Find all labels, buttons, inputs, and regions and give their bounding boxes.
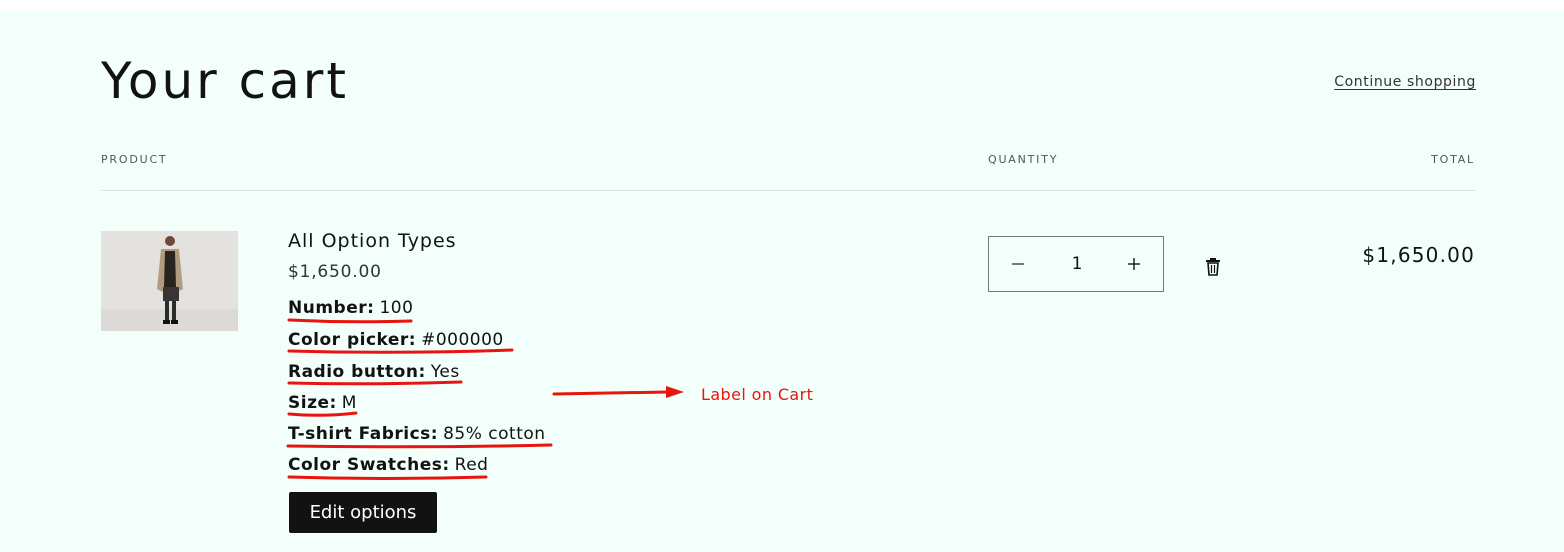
underline-tshirt-fabrics <box>286 443 553 449</box>
underline-number <box>287 318 413 324</box>
underline-color-swatches <box>287 475 488 480</box>
underline-radio-button <box>287 380 463 386</box>
underline-color-picker <box>287 348 514 354</box>
annotation-label: Label on Cart <box>701 385 814 404</box>
annotation-underlines <box>286 318 684 480</box>
annotation-arrow-shaft <box>552 390 670 396</box>
underline-size <box>287 411 358 417</box>
annotation-arrow-head <box>666 386 684 398</box>
